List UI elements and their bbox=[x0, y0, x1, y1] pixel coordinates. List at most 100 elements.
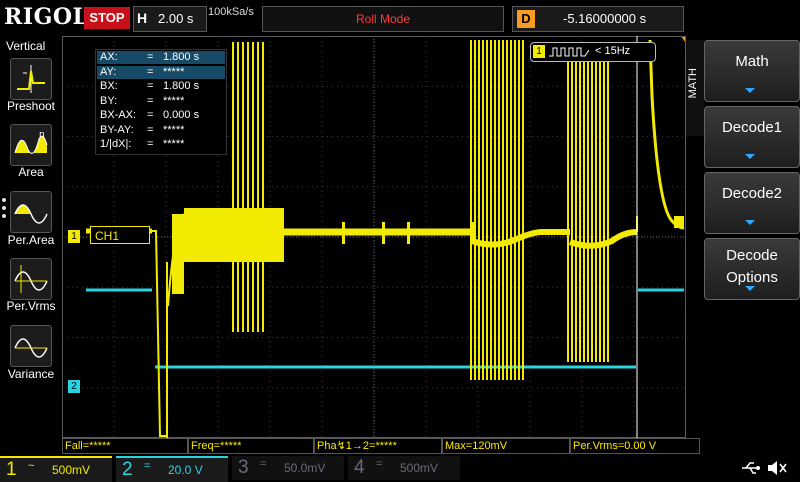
cursor-row-name: AY: bbox=[100, 65, 117, 78]
dc-coupling-icon: = bbox=[376, 458, 383, 470]
cursor-row: AY: = ***** bbox=[97, 65, 225, 79]
dropdown-arrow-icon bbox=[745, 154, 755, 159]
cursor-row-name: BX: bbox=[100, 80, 118, 92]
cursor-row-name: BX-AX: bbox=[100, 109, 137, 121]
scroll-dots-icon bbox=[2, 198, 8, 222]
channel-number: 1 bbox=[6, 459, 17, 480]
measurement-per-vrms[interactable]: Per.Vrms=0.00 V bbox=[570, 438, 700, 454]
trigger-info-box[interactable]: 1 < 15Hz bbox=[530, 42, 656, 62]
math-button-label: Math bbox=[735, 53, 769, 70]
cursor-row-name: AX: bbox=[100, 51, 118, 63]
cursor-row-value: ***** bbox=[163, 123, 185, 136]
ch1-offset-marker[interactable]: 1 bbox=[68, 230, 80, 243]
cursor-row: BX: = 1.800 s bbox=[97, 80, 225, 93]
trigger-frequency: < 15Hz bbox=[595, 45, 631, 57]
cursor-row-eq: = bbox=[147, 94, 154, 107]
cursor-row-value: 1.800 s bbox=[163, 80, 200, 92]
horizontal-key: H bbox=[137, 10, 148, 26]
measurement-phase[interactable]: Pha↯1→2=***** bbox=[314, 438, 442, 454]
waveform-display[interactable]: 1 CH1 2 AX: = 1.800 s AY: = ***** BX: = 1.800 sB… bbox=[62, 36, 686, 438]
cursor-row: BY-AY: = ***** bbox=[97, 124, 225, 137]
channel-1-status[interactable]: 1 ~ 500mV bbox=[0, 456, 112, 482]
decode2-button[interactable]: Decode2 bbox=[704, 172, 800, 234]
sample-rate: 100kSa/s bbox=[208, 6, 254, 18]
measurement-freq[interactable]: Freq=***** bbox=[188, 438, 314, 454]
per-area-button[interactable] bbox=[10, 191, 52, 233]
per-vrms-icon bbox=[14, 265, 48, 293]
decode-options-button-label: Decode Options bbox=[726, 247, 778, 286]
channel-scale: 50.0mV bbox=[284, 461, 326, 475]
delay-key: D bbox=[517, 10, 535, 28]
measurement-fall[interactable]: Fall=***** bbox=[62, 438, 188, 454]
cursor-row-value: ***** bbox=[163, 65, 185, 78]
delay-box[interactable]: D -5.16000000 s bbox=[512, 6, 684, 32]
cursor-row-eq: = bbox=[147, 138, 154, 150]
ac-coupling-icon: ~ bbox=[28, 460, 35, 472]
cursor-row-value: 0.000 s bbox=[163, 109, 200, 121]
cursor-readout-panel: AX: = 1.800 s AY: = ***** BX: = 1.800 s BY: = *****… bbox=[95, 49, 227, 155]
menu-tab-math: MATH bbox=[686, 40, 704, 136]
channel-number: 4 bbox=[354, 457, 365, 478]
svg-text:n: n bbox=[39, 130, 45, 140]
per-area-label: Per.Area bbox=[7, 233, 55, 247]
decode1-button[interactable]: Decode1 bbox=[704, 106, 800, 168]
trigger-source-marker: 1 bbox=[533, 45, 545, 58]
channel-3-status[interactable]: 3 = 50.0mV bbox=[232, 456, 344, 480]
dropdown-arrow-icon bbox=[745, 88, 755, 93]
ch2-trace bbox=[86, 288, 684, 369]
variance-icon bbox=[14, 338, 48, 358]
usb-icon bbox=[742, 461, 787, 475]
brand-logo: RIGOL bbox=[4, 4, 89, 30]
channel-number: 2 bbox=[122, 459, 133, 480]
run-stop-indicator[interactable]: STOP bbox=[84, 7, 130, 29]
cursor-row-eq: = bbox=[147, 65, 154, 78]
measurement-bar: Fall=***** Freq=***** Pha↯1→2=***** Max=… bbox=[62, 438, 702, 454]
cursor-row-value: ***** bbox=[163, 94, 185, 107]
channel-scale: 20.0 V bbox=[168, 463, 203, 477]
variance-button[interactable] bbox=[10, 325, 52, 367]
channel-scale: 500mV bbox=[400, 461, 439, 475]
math-button[interactable]: Math bbox=[704, 40, 800, 102]
right-softkey-menu: MATH Math Decode1 Decode2 Decode Options bbox=[686, 36, 800, 438]
area-icon: n bbox=[14, 130, 48, 154]
cursor-row-name: BY-AY: bbox=[100, 123, 134, 136]
cursor-row-value: ***** bbox=[163, 138, 185, 150]
cursor-row-eq: = bbox=[147, 51, 154, 63]
area-label: Area bbox=[18, 165, 44, 179]
dc-coupling-icon: = bbox=[260, 458, 267, 470]
preshoot-label: Preshoot bbox=[6, 99, 56, 113]
per-area-icon bbox=[14, 204, 48, 224]
measurement-max[interactable]: Max=120mV bbox=[442, 438, 570, 454]
dropdown-arrow-icon bbox=[745, 286, 755, 291]
channel-2-status[interactable]: 2 = 20.0 V bbox=[116, 456, 228, 482]
delay-value: -5.16000000 s bbox=[563, 11, 647, 26]
cursor-row-name: 1/|dX|: bbox=[100, 138, 132, 150]
horizontal-scale-box[interactable]: H 2.00 s bbox=[133, 6, 207, 32]
variance-label: Variance bbox=[7, 367, 55, 381]
dropdown-arrow-icon bbox=[745, 220, 755, 225]
decode1-button-label: Decode1 bbox=[721, 119, 783, 136]
ch2-offset-marker[interactable]: 2 bbox=[68, 380, 80, 393]
decode-options-button[interactable]: Decode Options bbox=[704, 238, 800, 300]
per-vrms-button[interactable] bbox=[10, 258, 52, 300]
left-function-menu: Vertical Preshoot n Area Per.Area Per.Vr… bbox=[0, 36, 62, 454]
horizontal-scale-value: 2.00 s bbox=[158, 11, 194, 26]
cursor-row: BX-AX: = 0.000 s bbox=[97, 109, 225, 122]
cursor-row: BY: = ***** bbox=[97, 95, 225, 108]
cursor-row: 1/|dX|: = ***** bbox=[97, 138, 225, 151]
ch1-label: CH1 bbox=[90, 226, 150, 244]
cursor-row-eq: = bbox=[147, 109, 154, 121]
channel-status-bar: 1 ~ 500mV 2 = 20.0 V 3 = 50.0mV 4 = 500m… bbox=[0, 456, 800, 482]
channel-number: 3 bbox=[238, 457, 249, 478]
channel-4-status[interactable]: 4 = 500mV bbox=[348, 456, 460, 480]
cursor-row-eq: = bbox=[147, 123, 154, 136]
area-button[interactable]: n bbox=[10, 124, 52, 166]
cursor-row: AX: = 1.800 s bbox=[97, 51, 225, 64]
cursor-row-name: BY: bbox=[100, 94, 118, 107]
pulse-trigger-icon bbox=[549, 47, 589, 57]
acquisition-mode: Roll Mode bbox=[262, 6, 504, 32]
cursor-row-value: 1.800 s bbox=[163, 51, 200, 63]
preshoot-button[interactable] bbox=[10, 58, 52, 100]
per-vrms-label: Per.Vrms bbox=[6, 299, 56, 313]
left-menu-title: Vertical bbox=[6, 39, 46, 53]
